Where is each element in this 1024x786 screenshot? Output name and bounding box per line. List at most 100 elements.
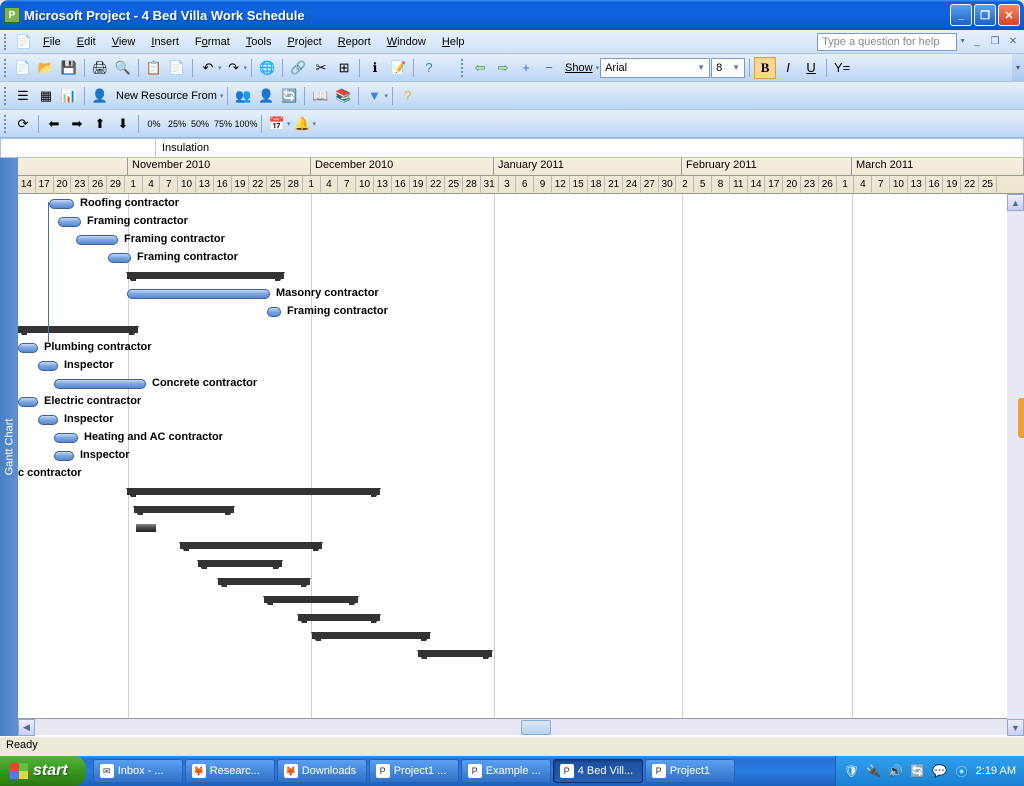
taskbar-task[interactable]: PProject1 ... (369, 759, 459, 783)
reschedule-button[interactable]: 📅 (266, 113, 288, 135)
grid-button[interactable]: ▦ (35, 85, 57, 107)
tray-sync-icon[interactable]: 🔄 (910, 763, 926, 779)
taskbar-task[interactable]: 🦊Researc... (185, 759, 275, 783)
tray-chat-icon[interactable]: 💬 (932, 763, 948, 779)
taskbar-task[interactable]: ✉Inbox - ... (93, 759, 183, 783)
track-button[interactable]: ⟳ (12, 113, 34, 135)
task-bar[interactable] (127, 488, 380, 495)
task-bar[interactable] (127, 272, 284, 279)
show-label[interactable]: Show (561, 62, 597, 74)
filter-button[interactable]: ▼ (363, 85, 385, 107)
dropdown-icon[interactable]: ▾ (384, 92, 388, 100)
new-button[interactable]: 📄 (12, 57, 34, 79)
task-bar[interactable] (418, 650, 492, 657)
task-bar[interactable] (298, 614, 380, 621)
menu-project[interactable]: Project (279, 33, 329, 51)
share-button[interactable]: 👥 (232, 85, 254, 107)
menu-tools[interactable]: Tools (238, 33, 280, 51)
underline-button[interactable]: U (800, 57, 822, 79)
dropdown-icon[interactable]: ▾ (220, 92, 224, 100)
print-button[interactable]: 🖨 (89, 57, 111, 79)
taskbar-task[interactable]: PProject1 (645, 759, 735, 783)
help-button[interactable]: ? (418, 57, 440, 79)
task-bar[interactable] (76, 235, 118, 245)
help-icon[interactable]: ? (397, 85, 419, 107)
help-dropdown-icon[interactable]: ▼ (959, 38, 966, 45)
pool-button[interactable]: 📚 (332, 85, 354, 107)
tray-network-icon[interactable]: 🔌 (866, 763, 882, 779)
menu-file[interactable]: File (35, 33, 69, 51)
close-button[interactable]: ✕ (998, 4, 1020, 26)
copy-button[interactable]: 📋 (143, 57, 165, 79)
help-search-input[interactable] (817, 33, 957, 51)
scroll-up-button[interactable]: ▲ (1007, 194, 1024, 211)
scroll-down-button[interactable]: ▼ (1007, 719, 1024, 736)
dropdown-icon[interactable]: ▾ (313, 120, 317, 128)
substitute-button[interactable]: 🔄 (278, 85, 300, 107)
arrow-right-button[interactable]: ⇨ (492, 57, 514, 79)
menu-report[interactable]: Report (330, 33, 379, 51)
tray-volume-icon[interactable]: 🔊 (888, 763, 904, 779)
doc-minimize-button[interactable]: _ (970, 35, 984, 49)
task-bar[interactable] (38, 361, 58, 371)
task-bar[interactable] (18, 343, 38, 353)
info-button[interactable]: ℹ (364, 57, 386, 79)
scroll-thumb[interactable] (521, 720, 551, 735)
indent-out-button[interactable]: ⬅ (43, 113, 65, 135)
paste-button[interactable]: 📄 (166, 57, 188, 79)
italic-button[interactable]: I (777, 57, 799, 79)
dropdown-icon[interactable]: ▾ (287, 120, 291, 128)
redo-button[interactable]: ↷ (223, 57, 245, 79)
indent-in-button[interactable]: ➡ (66, 113, 88, 135)
pct-75-button[interactable]: 75% (212, 113, 234, 135)
plus-button[interactable]: + (515, 57, 537, 79)
task-bar[interactable] (18, 326, 138, 333)
dropdown-icon[interactable]: ▾ (596, 64, 600, 72)
clock[interactable]: 2:19 AM (976, 765, 1016, 777)
new-resource-label[interactable]: New Resource From (112, 90, 221, 102)
task-bar[interactable] (38, 415, 58, 425)
split-button[interactable]: ⊞ (333, 57, 355, 79)
link-button[interactable]: 🌐 (256, 57, 278, 79)
assign-button[interactable]: 👤 (255, 85, 277, 107)
undo-button[interactable]: ↶ (197, 57, 219, 79)
bold-button[interactable]: B (754, 57, 776, 79)
reminder-button[interactable]: 🔔 (292, 113, 314, 135)
tray-shield-icon[interactable]: 🛡 (844, 763, 860, 779)
dropdown-icon[interactable]: ▾ (218, 64, 222, 72)
taskbar-task[interactable]: PExample ... (461, 759, 551, 783)
overflow-icon[interactable]: ▾ (1012, 54, 1024, 82)
book-button[interactable]: 📖 (309, 85, 331, 107)
font-select[interactable]: Arial▼ (600, 58, 710, 78)
save-button[interactable]: 💾 (58, 57, 80, 79)
scroll-track[interactable] (35, 719, 1007, 735)
task-bar[interactable] (58, 217, 81, 227)
tray-bluetooth-icon[interactable]: ⦿ (954, 763, 970, 779)
gantt-body[interactable]: Roofing contractorFraming contractorFram… (18, 194, 1024, 718)
menu-view[interactable]: View (104, 33, 144, 51)
menu-help[interactable]: Help (434, 33, 473, 51)
scroll-left-button[interactable]: ◀ (18, 719, 35, 736)
pct-50-button[interactable]: 50% (189, 113, 211, 135)
notes-button[interactable]: 📝 (387, 57, 409, 79)
open-button[interactable]: 📂 (35, 57, 57, 79)
outdent-button[interactable]: ⬆ (89, 113, 111, 135)
filter-button[interactable]: Y= (831, 57, 853, 79)
arrow-left-button[interactable]: ⇦ (469, 57, 491, 79)
menu-format[interactable]: Format (187, 33, 238, 51)
minus-button[interactable]: − (538, 57, 560, 79)
menubar-icon[interactable]: 📄 (13, 31, 35, 53)
menu-window[interactable]: Window (379, 33, 434, 51)
minimize-button[interactable]: _ (950, 4, 972, 26)
task-bar[interactable] (198, 560, 282, 567)
task-bar[interactable] (180, 542, 322, 549)
fontsize-select[interactable]: 8▼ (711, 58, 745, 78)
doc-close-button[interactable]: ✕ (1006, 35, 1020, 49)
taskbar-task[interactable]: P4 Bed Vill... (553, 759, 643, 783)
maximize-button[interactable]: ❐ (974, 4, 996, 26)
unlink-button[interactable]: ✂ (310, 57, 332, 79)
task-bar[interactable] (267, 307, 281, 317)
task-bar[interactable] (49, 199, 74, 209)
resource-button[interactable]: 👤 (89, 85, 111, 107)
pct-100-button[interactable]: 100% (235, 113, 257, 135)
